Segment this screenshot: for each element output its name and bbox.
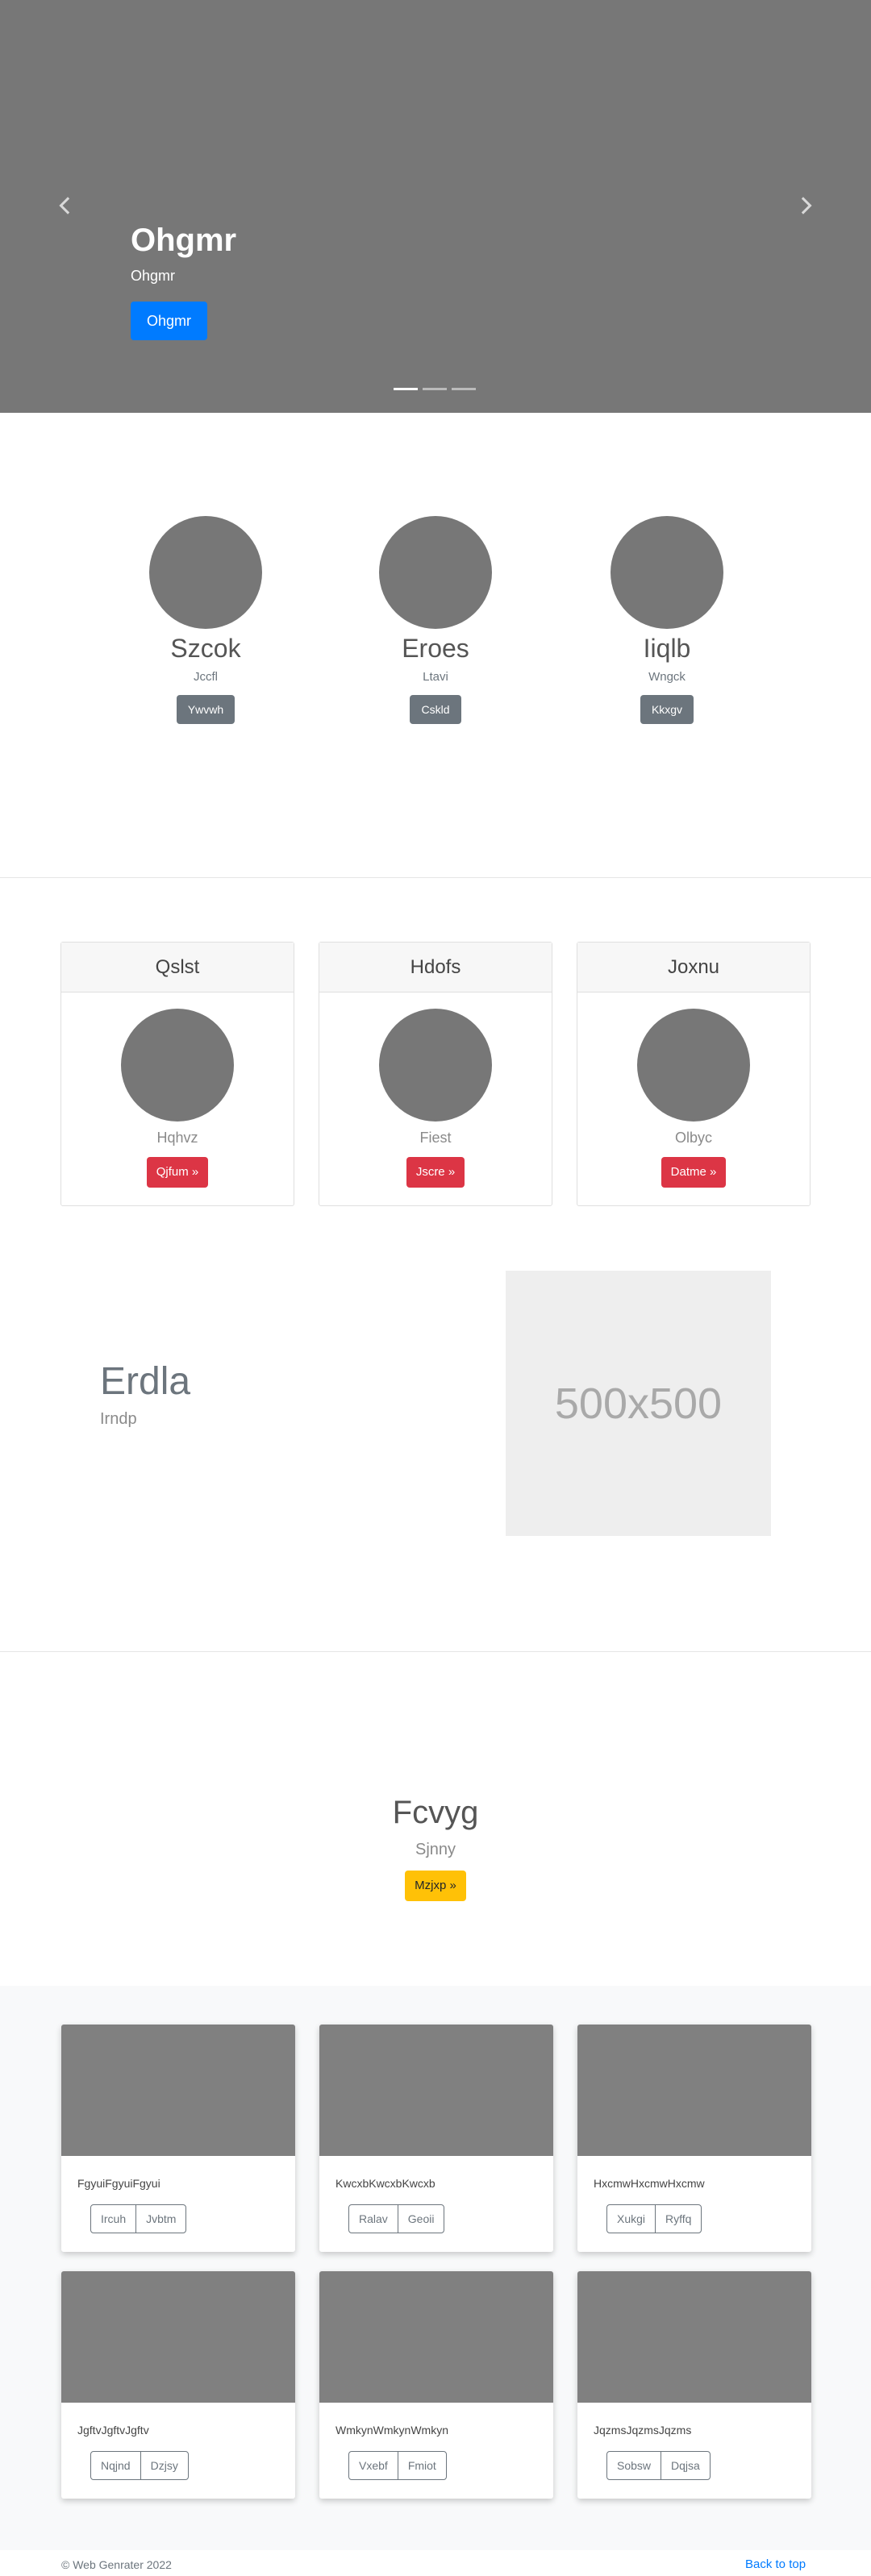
- feature-heading: Erdla: [100, 1360, 191, 1403]
- card-caption: Hqhvz: [156, 1130, 198, 1146]
- carousel-heading: Ohgmr: [131, 223, 237, 258]
- carousel-next-button[interactable]: [794, 194, 818, 218]
- card-text: JqzmsJqzmsJqzms: [594, 2424, 692, 2437]
- avatar: [121, 1009, 234, 1122]
- album-card: JgftvJgftvJgftv Nqjnd Dzjsy: [61, 2271, 295, 2499]
- info-card: Joxnu Olbyc Datme »: [577, 942, 811, 1206]
- profile-name: Szcok: [170, 634, 241, 663]
- avatar: [149, 516, 262, 629]
- jumbotron: Fcvyg Sjnny Mzjxp »: [0, 1790, 871, 1901]
- avatar: [379, 1009, 492, 1122]
- card-thumbnail: [577, 2271, 811, 2403]
- carousel-indicators: [394, 388, 476, 390]
- card-button-group: Vxebf Fmiot: [348, 2451, 447, 2480]
- placeholder-image: 500x500: [506, 1271, 771, 1536]
- footer-copyright: © Web Genrater 2022: [61, 2558, 172, 2571]
- section-divider: [0, 1651, 871, 1652]
- carousel-caption: Ohgmr Ohgmr Ohgmr: [131, 218, 236, 340]
- card-action-button[interactable]: Dzjsy: [140, 2451, 189, 2480]
- card-button-group: Nqjnd Dzjsy: [90, 2451, 189, 2480]
- card-action-button[interactable]: Geoii: [397, 2204, 445, 2233]
- card-button-group: Ralav Geoii: [348, 2204, 445, 2233]
- carousel-indicator-3[interactable]: [452, 388, 476, 390]
- card-button-group: Xukgi Ryffq: [606, 2204, 702, 2233]
- album-card: FgyuiFgyuiFgyui Ircuh Jvbtm: [61, 2025, 295, 2252]
- profile-subtitle: Ltavi: [423, 670, 448, 684]
- album-card: KwcxbKwcxbKwcxb Ralav Geoii: [319, 2025, 553, 2252]
- card-text: KwcxbKwcxbKwcxb: [335, 2177, 436, 2190]
- carousel-indicator-2[interactable]: [423, 388, 447, 390]
- card-action-button[interactable]: Ircuh: [90, 2204, 137, 2233]
- card-thumbnail: [319, 2271, 553, 2403]
- info-card: Hdofs Fiest Jscre »: [319, 942, 552, 1206]
- card-action-button[interactable]: Xukgi: [606, 2204, 656, 2233]
- card-thumbnail: [61, 2271, 295, 2403]
- avatar: [379, 516, 492, 629]
- card-text: HxcmwHxcmwHxcmw: [594, 2177, 705, 2190]
- profile-column: Eroes Ltavi Cskld: [339, 516, 532, 724]
- album-card: WmkynWmkynWmkyn Vxebf Fmiot: [319, 2271, 553, 2499]
- avatar: [611, 516, 723, 629]
- card-thumbnail: [319, 2025, 553, 2156]
- placeholder-label: 500x500: [554, 1379, 723, 1428]
- profile-subtitle: Wngck: [648, 670, 686, 684]
- card-action-button[interactable]: Jvbtm: [135, 2204, 187, 2233]
- card-action-button[interactable]: Fmiot: [397, 2451, 447, 2480]
- card-thumbnail: [577, 2025, 811, 2156]
- carousel-indicator-1[interactable]: [394, 388, 418, 390]
- album-section: FgyuiFgyuiFgyui Ircuh Jvbtm KwcxbKwcxbKw…: [0, 1986, 871, 2550]
- card-action-button[interactable]: Ryffq: [655, 2204, 702, 2233]
- card-text: FgyuiFgyuiFgyui: [77, 2177, 160, 2190]
- profile-column: Szcok Jccfl Ywvwh: [109, 516, 302, 724]
- carousel-cta-button[interactable]: Ohgmr: [131, 302, 208, 340]
- card-button[interactable]: Datme »: [661, 1157, 727, 1188]
- card-text: WmkynWmkynWmkyn: [335, 2424, 448, 2437]
- jumbotron-lead: Sjnny: [415, 1841, 456, 1858]
- jumbotron-button[interactable]: Mzjxp »: [405, 1871, 466, 1901]
- card-caption: Fiest: [419, 1130, 452, 1146]
- back-to-top-link[interactable]: Back to top: [745, 2557, 806, 2572]
- card-header: Hdofs: [319, 943, 552, 993]
- card-thumbnail: [61, 2025, 295, 2156]
- profile-name: Eroes: [402, 634, 469, 663]
- card-button-group: Sobsw Dqjsa: [606, 2451, 711, 2480]
- card-action-button[interactable]: Ralav: [348, 2204, 398, 2233]
- card-button[interactable]: Jscre »: [406, 1157, 465, 1188]
- profile-column: Iiqlb Wngck Kkxgv: [570, 516, 764, 724]
- card-button[interactable]: Qjfum »: [146, 1157, 209, 1188]
- jumbotron-title: Fcvyg: [392, 1795, 479, 1830]
- profile-button[interactable]: Cskld: [410, 695, 461, 724]
- card-header: Joxnu: [577, 943, 810, 993]
- avatar: [637, 1009, 750, 1122]
- profile-name: Iiqlb: [643, 634, 691, 663]
- carousel-prev-button[interactable]: [53, 194, 77, 218]
- card-header: Qslst: [61, 943, 294, 993]
- chevron-right-icon: [801, 197, 812, 214]
- carousel-lead: Ohgmr: [131, 268, 176, 284]
- profile-subtitle: Jccfl: [194, 670, 218, 684]
- profile-button[interactable]: Ywvwh: [176, 695, 235, 724]
- card-text: JgftvJgftvJgftv: [77, 2424, 149, 2437]
- hero-carousel: Ohgmr Ohgmr Ohgmr: [0, 0, 871, 413]
- profile-button[interactable]: Kkxgv: [640, 695, 694, 724]
- info-card: Qslst Hqhvz Qjfum »: [60, 942, 294, 1206]
- album-card: JqzmsJqzmsJqzms Sobsw Dqjsa: [577, 2271, 811, 2499]
- card-button-group: Ircuh Jvbtm: [90, 2204, 187, 2233]
- album-card: HxcmwHxcmwHxcmw Xukgi Ryffq: [577, 2025, 811, 2252]
- feature-subheading: Irndp: [100, 1410, 137, 1428]
- card-action-button[interactable]: Sobsw: [606, 2451, 662, 2480]
- card-action-button[interactable]: Nqjnd: [90, 2451, 141, 2480]
- chevron-left-icon: [59, 197, 70, 214]
- card-caption: Olbyc: [674, 1130, 712, 1146]
- card-action-button[interactable]: Vxebf: [348, 2451, 398, 2480]
- section-divider: [0, 877, 871, 878]
- card-action-button[interactable]: Dqjsa: [661, 2451, 711, 2480]
